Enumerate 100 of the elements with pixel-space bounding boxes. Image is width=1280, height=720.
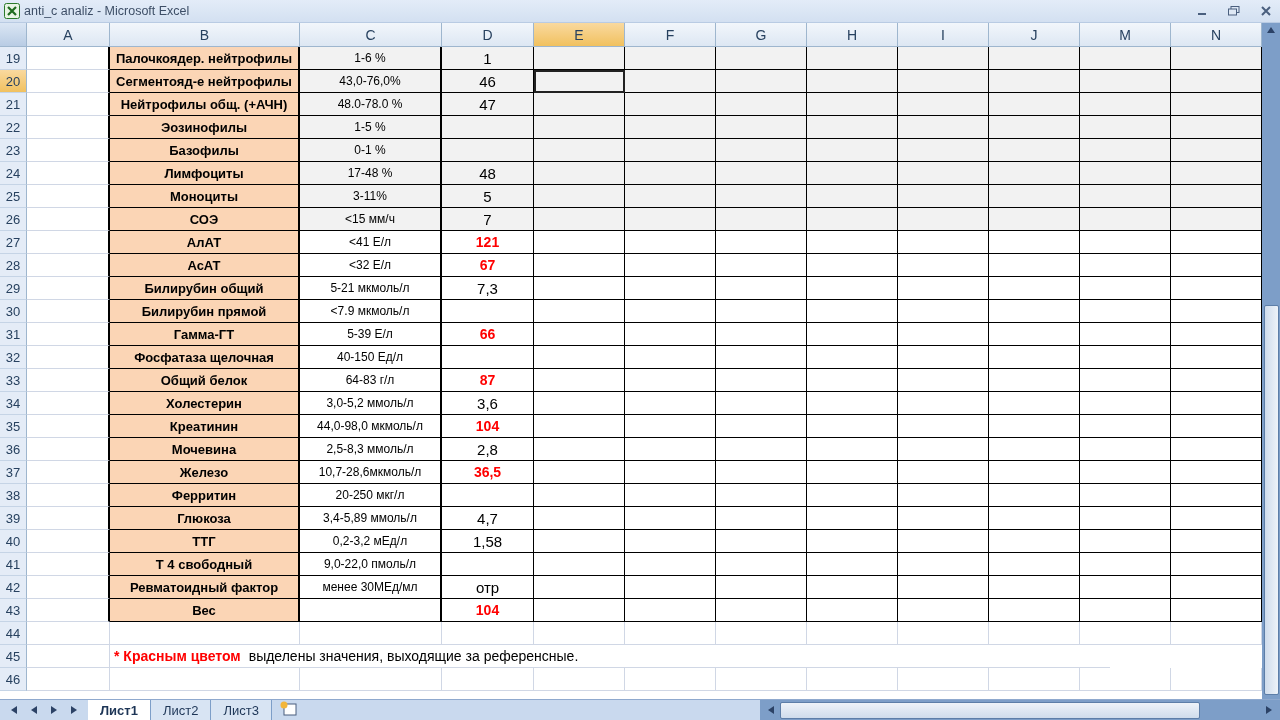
- row-header[interactable]: 19: [0, 47, 27, 70]
- row-header[interactable]: 27: [0, 231, 27, 254]
- reference-range-cell: 1-5 %: [300, 116, 442, 139]
- test-name-cell: СОЭ: [110, 208, 300, 231]
- previous-sheet-icon[interactable]: [29, 705, 39, 715]
- column-header[interactable]: C: [300, 23, 442, 47]
- row-header[interactable]: 46: [0, 668, 27, 691]
- column-header[interactable]: D: [442, 23, 534, 47]
- last-sheet-icon[interactable]: [69, 705, 79, 715]
- result-cell: 87: [442, 369, 534, 392]
- row-header[interactable]: 36: [0, 438, 27, 461]
- column-header[interactable]: F: [625, 23, 716, 47]
- result-cell: 48: [442, 162, 534, 185]
- test-name-cell: Билирубин общий: [110, 277, 300, 300]
- row-header[interactable]: 38: [0, 484, 27, 507]
- row-header[interactable]: 33: [0, 369, 27, 392]
- row-header[interactable]: 35: [0, 415, 27, 438]
- restore-icon[interactable]: [1228, 6, 1240, 16]
- result-cell: 4,7: [442, 507, 534, 530]
- scroll-right-icon[interactable]: [1264, 705, 1274, 715]
- result-cell: 1: [442, 47, 534, 70]
- row-header[interactable]: 29: [0, 277, 27, 300]
- row-header[interactable]: 37: [0, 461, 27, 484]
- reference-range-cell: <15 мм/ч: [300, 208, 442, 231]
- row-header[interactable]: 41: [0, 553, 27, 576]
- row-header[interactable]: 30: [0, 300, 27, 323]
- result-cell: 2,8: [442, 438, 534, 461]
- test-name-cell: Вес: [110, 599, 300, 622]
- column-header[interactable]: A: [27, 23, 110, 47]
- scroll-left-icon[interactable]: [766, 705, 776, 715]
- next-sheet-icon[interactable]: [49, 705, 59, 715]
- column-header[interactable]: H: [807, 23, 898, 47]
- row-header[interactable]: 39: [0, 507, 27, 530]
- reference-range-cell: 5-21 мкмоль/л: [300, 277, 442, 300]
- column-header[interactable]: G: [716, 23, 807, 47]
- reference-range-cell: 10,7-28,6мкмоль/л: [300, 461, 442, 484]
- test-name-cell: Холестерин: [110, 392, 300, 415]
- reference-range-cell: 3,0-5,2 ммоль/л: [300, 392, 442, 415]
- row-header[interactable]: 26: [0, 208, 27, 231]
- row-header[interactable]: 28: [0, 254, 27, 277]
- horizontal-scrollbar[interactable]: [760, 700, 1280, 720]
- close-icon[interactable]: [1261, 6, 1271, 16]
- row-header[interactable]: 34: [0, 392, 27, 415]
- row-header[interactable]: 40: [0, 530, 27, 553]
- result-cell: 46: [442, 70, 534, 93]
- row-header[interactable]: 42: [0, 576, 27, 599]
- test-name-cell: АсАТ: [110, 254, 300, 277]
- note-text: выделены значения, выходящие за референсные.: [248, 648, 579, 664]
- column-header[interactable]: B: [110, 23, 300, 47]
- test-name-cell: Эозинофилы: [110, 116, 300, 139]
- column-header[interactable]: J: [989, 23, 1080, 47]
- column-header[interactable]: E: [534, 23, 625, 47]
- reference-range-cell: 64-83 г/л: [300, 369, 442, 392]
- column-header[interactable]: N: [1171, 23, 1262, 47]
- reference-range-cell: 43,0-76,0%: [300, 70, 442, 93]
- row-header[interactable]: 23: [0, 139, 27, 162]
- row-header[interactable]: 45: [0, 645, 27, 668]
- row-header[interactable]: 43: [0, 599, 27, 622]
- row-header[interactable]: 44: [0, 622, 27, 645]
- row-header[interactable]: 21: [0, 93, 27, 116]
- reference-range-cell: <7.9 мкмоль/л: [300, 300, 442, 323]
- reference-range-cell: <32 Е/л: [300, 254, 442, 277]
- sheet-tab[interactable]: Лист3: [211, 700, 272, 720]
- reference-range-cell: 17-48 %: [300, 162, 442, 185]
- row-header[interactable]: 25: [0, 185, 27, 208]
- vertical-scrollbar[interactable]: [1262, 23, 1280, 699]
- test-name-cell: Железо: [110, 461, 300, 484]
- test-name-cell: Фосфатаза щелочная: [110, 346, 300, 369]
- row-header[interactable]: 20: [0, 70, 27, 93]
- column-header[interactable]: I: [898, 23, 989, 47]
- result-cell: 104: [442, 599, 534, 622]
- window-title: anti_c analiz - Microsoft Excel: [24, 4, 190, 18]
- sheet-tab[interactable]: Лист1: [88, 700, 151, 720]
- sheet-tab[interactable]: Лист2: [150, 700, 212, 720]
- result-cell: 104: [442, 415, 534, 438]
- reference-range-cell: 40-150 Ед/л: [300, 346, 442, 369]
- column-header[interactable]: M: [1080, 23, 1171, 47]
- row-header[interactable]: 31: [0, 323, 27, 346]
- reference-range-cell: 1-6 %: [300, 47, 442, 70]
- scroll-up-icon[interactable]: [1266, 25, 1276, 35]
- test-name-cell: Общий белок: [110, 369, 300, 392]
- reference-range-cell: 20-250 мкг/л: [300, 484, 442, 507]
- first-sheet-icon[interactable]: [9, 705, 19, 715]
- result-cell: 66: [442, 323, 534, 346]
- row-header[interactable]: 32: [0, 346, 27, 369]
- test-name-cell: Базофилы: [110, 139, 300, 162]
- result-cell: 1,58: [442, 530, 534, 553]
- reference-range-cell: 2,5-8,3 ммоль/л: [300, 438, 442, 461]
- scroll-thumb[interactable]: [780, 701, 1200, 719]
- row-header[interactable]: 24: [0, 162, 27, 185]
- test-name-cell: ТТГ: [110, 530, 300, 553]
- test-name-cell: Сегментояд-е нейтрофилы: [110, 70, 300, 93]
- result-cell: 7,3: [442, 277, 534, 300]
- test-name-cell: Т 4 свободный: [110, 553, 300, 576]
- scroll-thumb[interactable]: [1263, 305, 1279, 695]
- test-name-cell: Палочкоядер. нейтрофилы: [110, 47, 300, 70]
- row-header[interactable]: 22: [0, 116, 27, 139]
- result-cell: 47: [442, 93, 534, 116]
- test-name-cell: Ревматоидный фактор: [110, 576, 300, 599]
- reference-range-cell: 44,0-98,0 мкмоль/л: [300, 415, 442, 438]
